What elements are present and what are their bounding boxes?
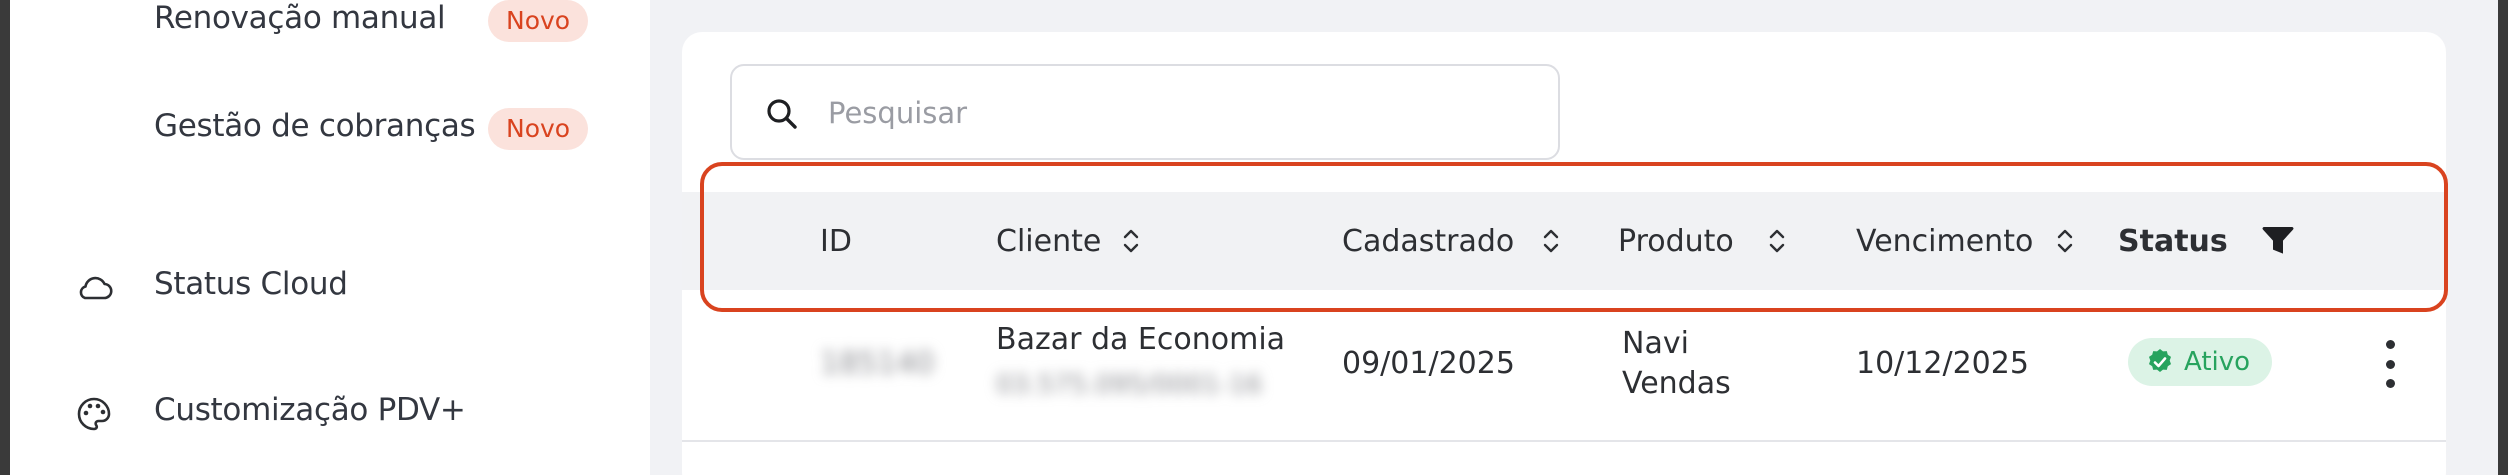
search-input[interactable] (828, 86, 1528, 140)
column-header-label: Vencimento (1856, 223, 2034, 259)
cloud-icon (79, 276, 113, 300)
sidebar-item-label: Status Cloud (154, 266, 348, 302)
sidebar-item-status-cloud[interactable]: Status Cloud (10, 258, 610, 318)
row-actions-menu-icon[interactable] (2370, 334, 2410, 394)
sidebar: Renovação manual Novo Gestão de cobrança… (10, 0, 650, 475)
column-header-label: ID (820, 223, 852, 259)
table-header: ID Cliente Cadastrado Produto Vencimento (682, 192, 2446, 290)
table-row[interactable]: 185140 Bazar da Economia 03.575.095/0001… (682, 290, 2446, 442)
column-header-cliente[interactable]: Cliente (996, 192, 1139, 290)
row-vencimento: 10/12/2025 (1856, 346, 2029, 381)
sort-icon[interactable] (1766, 226, 1788, 256)
search-box[interactable] (730, 64, 1560, 160)
sidebar-item-gestao-cobrancas[interactable]: Gestão de cobranças Novo (10, 100, 610, 160)
column-header-vencimento[interactable]: Vencimento (1856, 192, 2073, 290)
sort-icon[interactable] (1540, 226, 1562, 256)
column-header-label: Cliente (996, 223, 1102, 259)
filter-icon[interactable] (2262, 224, 2294, 258)
column-header-id: ID (820, 192, 852, 290)
sort-icon[interactable] (2054, 226, 2076, 256)
sidebar-item-renovacao-manual[interactable]: Renovação manual Novo (10, 0, 610, 52)
app-frame: Renovação manual Novo Gestão de cobrança… (10, 0, 2498, 475)
column-header-label: Status (2118, 223, 2228, 259)
sidebar-item-label: Customização PDV+ (154, 392, 466, 428)
search-icon (767, 99, 797, 129)
sort-icon[interactable] (1120, 226, 1142, 256)
new-badge: Novo (488, 0, 589, 42)
column-header-produto[interactable]: Produto (1618, 192, 1785, 290)
row-cliente-document: 03.575.095/0001-16 (996, 370, 1263, 400)
column-header-label: Produto (1618, 223, 1734, 259)
column-header-label: Cadastrado (1342, 223, 1515, 259)
shield-check-icon (2149, 349, 2171, 372)
palette-icon (77, 397, 111, 431)
column-header-cadastrado[interactable]: Cadastrado (1342, 192, 1559, 290)
sidebar-item-customizacao-pdv[interactable]: Customização PDV+ (10, 384, 610, 444)
sidebar-item-label: Gestão de cobranças (154, 108, 476, 144)
row-cliente-name: Bazar da Economia (996, 322, 1286, 357)
status-label: Ativo (2184, 347, 2251, 377)
row-cadastrado: 09/01/2025 (1342, 346, 1515, 381)
new-badge: Novo (488, 108, 589, 150)
column-header-status: Status (2118, 192, 2228, 290)
row-produto-line1: Navi (1622, 326, 1689, 361)
sidebar-item-label: Renovação manual (154, 0, 446, 36)
row-id: 185140 (820, 346, 935, 381)
status-badge: Ativo (2128, 338, 2273, 386)
row-produto-line2: Vendas (1622, 366, 1731, 401)
